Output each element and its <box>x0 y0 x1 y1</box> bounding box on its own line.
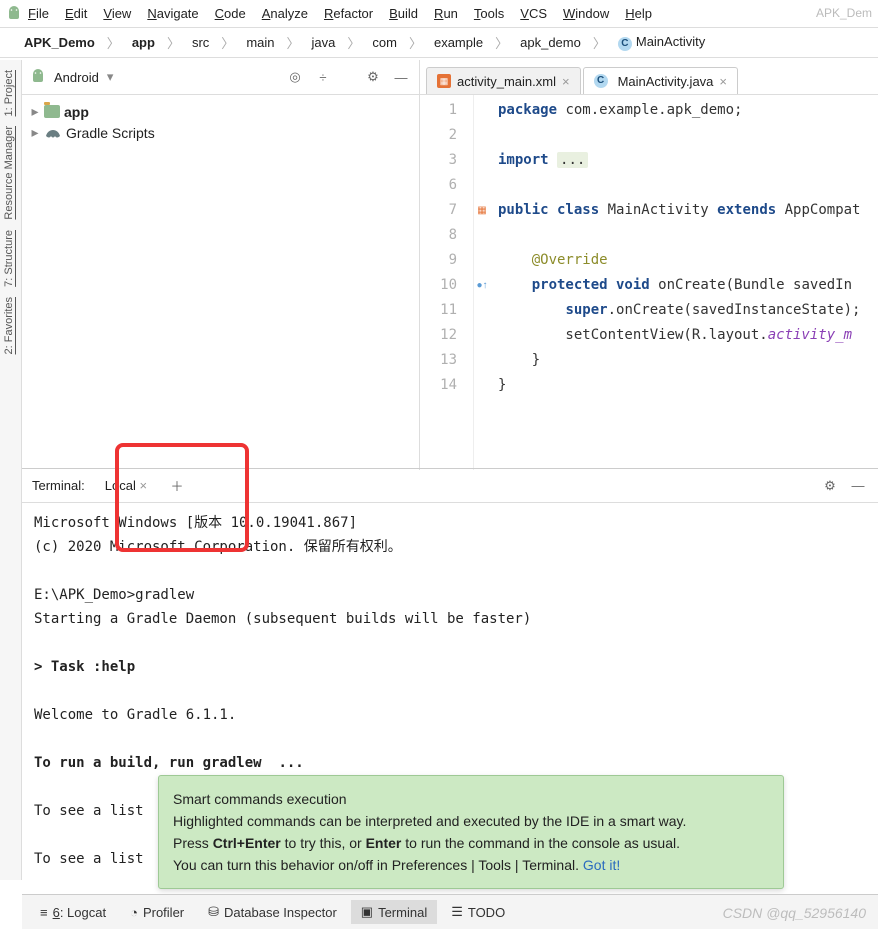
class-icon: C <box>594 74 608 88</box>
hint-line: You can turn this behavior on/off in Pre… <box>173 854 769 876</box>
tree-label: Gradle Scripts <box>66 125 155 141</box>
hint-popup: Smart commands execution Highlighted com… <box>158 775 784 889</box>
collapse-icon[interactable]: ÷ <box>313 67 333 87</box>
gear-icon[interactable]: ⚙ <box>820 476 840 496</box>
tab-icon: ≡ <box>40 905 48 920</box>
editor-tab[interactable]: ▦activity_main.xml× <box>426 67 581 94</box>
menu-window[interactable]: Window <box>563 6 609 21</box>
menu-navigate[interactable]: Navigate <box>147 6 198 21</box>
crumb-sep: 〉 <box>409 33 422 52</box>
menu-file[interactable]: File <box>28 6 49 21</box>
close-icon[interactable]: × <box>562 74 570 89</box>
bottom-tab-profiler[interactable]: ◔Profiler <box>120 901 194 924</box>
hint-title: Smart commands execution <box>173 788 769 810</box>
editor-tabs: ▦activity_main.xml×CMainActivity.java× <box>420 60 878 95</box>
menu-build[interactable]: Build <box>389 6 418 21</box>
crumb-sep: 〉 <box>287 33 300 52</box>
crumb-sep: 〉 <box>221 33 234 52</box>
editor-panel: ▦activity_main.xml×CMainActivity.java× 1… <box>420 60 878 470</box>
terminal-header: Terminal: Local × ＋ ⚙ — <box>22 469 878 503</box>
close-icon[interactable]: × <box>719 74 727 89</box>
tab-icon: ▣ <box>361 904 373 920</box>
menu-help[interactable]: Help <box>625 6 652 21</box>
side-tab[interactable]: 1: Project <box>3 70 15 116</box>
crumb-sep: 〉 <box>167 33 180 52</box>
hide-icon[interactable]: — <box>391 67 411 87</box>
crumb-apk_demo[interactable]: APK_Demo <box>16 33 103 52</box>
crumb-sep: 〉 <box>593 33 606 52</box>
menu-run[interactable]: Run <box>434 6 458 21</box>
close-icon[interactable]: × <box>139 478 147 493</box>
crumb-app[interactable]: app <box>124 33 163 52</box>
crumb-apk_demo[interactable]: apk_demo <box>512 33 589 52</box>
droid-icon <box>30 69 46 85</box>
target-icon[interactable]: ◎ <box>285 67 305 87</box>
gear-icon[interactable]: ⚙ <box>363 67 383 87</box>
left-tool-strip: 1: Project Resource Manager 7: Structure 2:… <box>0 60 22 880</box>
crumb-main[interactable]: main <box>238 33 282 52</box>
window-title-suffix: APK_Dem <box>816 6 872 20</box>
menu-vcs[interactable]: VCS <box>520 6 547 21</box>
project-tree[interactable]: ▸ app ▸ Gradle Scripts <box>22 95 419 149</box>
menu-tools[interactable]: Tools <box>474 6 504 21</box>
project-panel: Android ▾ ◎ ÷ ⚙ — ▸ app ▸ Gradle Scripts <box>22 60 420 470</box>
side-tab[interactable]: Resource Manager <box>3 126 15 220</box>
menu-code[interactable]: Code <box>215 6 246 21</box>
crumb-sep: 〉 <box>347 33 360 52</box>
bottom-tab-todo[interactable]: ☰TODO <box>441 900 515 924</box>
gradle-icon <box>44 126 62 140</box>
line-gutter: 12367891011121314 <box>420 95 474 470</box>
side-tab[interactable]: 7: Structure <box>3 230 15 287</box>
xml-icon: ▦ <box>437 74 451 88</box>
side-tab[interactable]: 2: Favorites <box>3 297 15 354</box>
terminal-tab-local[interactable]: Local × <box>93 474 159 497</box>
add-terminal-button[interactable]: ＋ <box>167 476 187 496</box>
terminal-title: Terminal: <box>32 478 85 493</box>
bottom-tool-bar: ≡6: Logcat◔Profiler⛁Database Inspector▣T… <box>22 894 878 929</box>
menu-analyze[interactable]: Analyze <box>262 6 308 21</box>
module-icon <box>44 105 60 118</box>
tree-node-gradle[interactable]: ▸ Gradle Scripts <box>30 122 411 143</box>
hint-line: Highlighted commands can be interpreted … <box>173 810 769 832</box>
menu-refactor[interactable]: Refactor <box>324 6 373 21</box>
tab-icon: ☰ <box>451 904 463 920</box>
crumb-sep: 〉 <box>107 33 120 52</box>
project-view-selector[interactable]: Android <box>54 70 99 85</box>
hint-line: Press Ctrl+Enter to try this, or Enter t… <box>173 832 769 854</box>
tab-icon: ⛁ <box>208 904 219 920</box>
hint-gotit-link[interactable]: Got it! <box>583 857 620 873</box>
crumb-example[interactable]: example <box>426 33 491 52</box>
breadcrumb: APK_Demo〉app〉src〉main〉java〉com〉example〉a… <box>0 28 878 58</box>
chevron-down-icon[interactable]: ▾ <box>107 69 114 85</box>
editor-tab[interactable]: CMainActivity.java× <box>583 67 738 94</box>
code-content[interactable]: package com.example.apk_demo; import ...… <box>490 95 868 470</box>
tree-label: app <box>64 104 89 120</box>
crumb-mainactivity[interactable]: CMainActivity <box>610 32 713 53</box>
bottom-tab-terminal[interactable]: ▣Terminal <box>351 900 437 924</box>
crumb-com[interactable]: com <box>364 33 405 52</box>
main-menu-bar: File Edit View Navigate Code Analyze Refactor B… <box>0 0 878 28</box>
crumb-sep: 〉 <box>495 33 508 52</box>
hide-icon[interactable]: — <box>848 476 868 496</box>
menu-edit[interactable]: Edit <box>65 6 87 21</box>
droid-icon <box>6 6 22 22</box>
bottom-tab-databaseinspector[interactable]: ⛁Database Inspector <box>198 900 347 924</box>
crumb-src[interactable]: src <box>184 33 217 52</box>
menu-view[interactable]: View <box>103 6 131 21</box>
tree-node-app[interactable]: ▸ app <box>30 101 411 122</box>
bottom-tab-logcat[interactable]: ≡6: Logcat <box>30 901 116 924</box>
project-header: Android ▾ ◎ ÷ ⚙ — <box>22 60 419 95</box>
gutter-icons: ▦ ●↑ <box>474 95 490 470</box>
tab-icon: ◔ <box>130 905 138 920</box>
crumb-java[interactable]: java <box>304 33 344 52</box>
